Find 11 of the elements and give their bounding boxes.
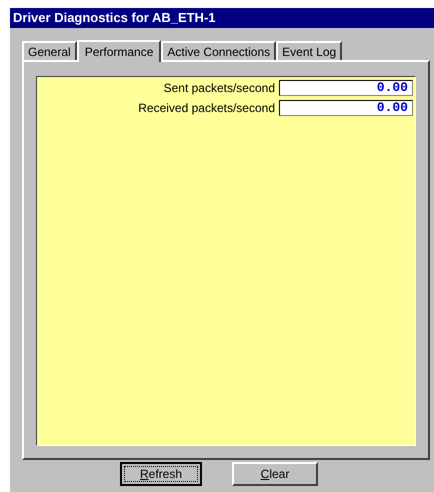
counter-value: 0.00 [279,80,413,96]
counter-label: Received packets/second [138,100,275,117]
counter-value: 0.00 [279,100,413,116]
tab[interactable]: General [22,41,77,60]
tab[interactable]: Active Connections [161,41,276,60]
counter-label: Sent packets/second [164,80,275,97]
dialog-button[interactable]: Clear [232,462,318,486]
window-title: Driver Diagnostics for AB_ETH-1 [10,8,434,28]
dialog-button[interactable]: Refresh [120,462,202,486]
tab[interactable]: Event Log [276,41,342,60]
tab[interactable]: Performance [76,40,162,62]
